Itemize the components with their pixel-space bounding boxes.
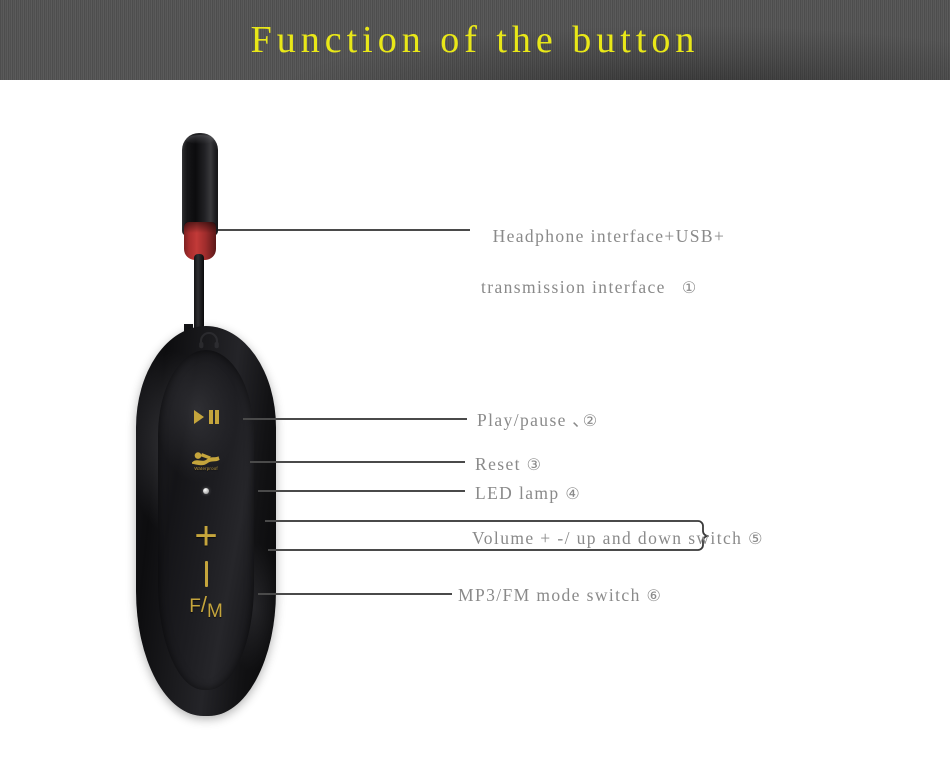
fm-letter-f: F — [189, 596, 201, 617]
callout-5-text: Volume + -/ up and down switch — [472, 528, 749, 548]
device-illustration: Waterproof + F/M — [118, 118, 318, 718]
fm-letter-m: M — [206, 601, 223, 622]
callout-number-3: ③ — [526, 457, 541, 474]
callout-4-text: LED lamp — [475, 483, 566, 503]
reset-waterproof-button[interactable]: Waterproof — [182, 451, 230, 477]
callout-3-text: Reset — [475, 454, 527, 474]
waterproof-swimmer-icon — [192, 452, 220, 466]
callout-label-5: Volume + -/ up and down switch ⑤ — [472, 526, 762, 551]
callout-1-line2-text: transmission interface — [481, 277, 666, 298]
callout-1-line2: transmission interface ① — [481, 275, 725, 300]
waterproof-label: Waterproof — [194, 465, 218, 472]
callout-label-3: Reset ③ — [475, 452, 541, 477]
callout-number-1: ① — [681, 280, 697, 298]
callout-number-4: ④ — [565, 486, 580, 503]
callout-label-2: Play/pause ､② — [477, 408, 597, 433]
play-pause-button[interactable] — [182, 408, 230, 426]
volume-down-button[interactable] — [182, 561, 230, 589]
page-title: Function of the button — [250, 19, 700, 61]
pause-bar-left-icon — [209, 410, 213, 424]
minus-bar-icon — [204, 561, 209, 587]
callout-number-2: ② — [582, 413, 598, 430]
callout-label-4: LED lamp ④ — [475, 481, 580, 506]
volume-up-button[interactable]: + — [182, 516, 230, 556]
callout-label-6: MP3/FM mode switch ⑥ — [458, 583, 661, 608]
pause-bar-right-icon — [215, 410, 219, 424]
red-grommet-shadow — [184, 222, 216, 233]
callout-6-text: MP3/FM mode switch — [458, 585, 647, 605]
callout-2-text: Play/pause ､ — [477, 410, 583, 430]
callout-label-1: Headphone interface+USB+ transmission in… — [481, 199, 725, 326]
play-triangle-icon — [193, 410, 204, 424]
page-header-banner: Function of the button — [0, 0, 950, 80]
connector-cap-highlight — [186, 135, 214, 144]
callout-number-6: ⑥ — [646, 588, 661, 605]
connector-cap — [182, 133, 218, 236]
led-lamp-indicator — [202, 488, 209, 494]
callout-number-5: ⑤ — [748, 531, 763, 548]
callout-1-line1: Headphone interface+USB+ — [492, 226, 726, 247]
mode-switch-button[interactable]: F/M — [176, 594, 236, 624]
headphone-icon — [199, 332, 219, 349]
